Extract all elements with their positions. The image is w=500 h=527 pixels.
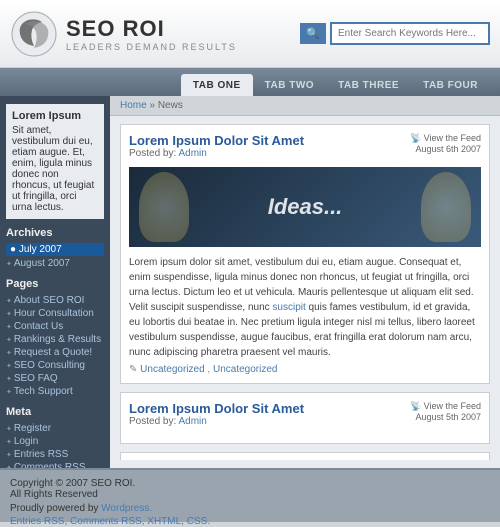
logo-text-area: SEO ROI Leaders Demand Results <box>66 16 237 52</box>
meta-heading: Meta <box>6 406 104 418</box>
footer-comments-rss[interactable]: Comments RSS <box>70 516 142 527</box>
search-input[interactable] <box>330 22 490 45</box>
bulb-right-icon <box>421 172 471 242</box>
search-button[interactable]: 🔍 <box>300 23 326 44</box>
sidebar-page-about[interactable]: About SEO ROI <box>6 294 104 307</box>
sidebar-meta-entries-rss[interactable]: Entries RSS <box>6 448 104 461</box>
archives-heading: Archives <box>6 227 104 239</box>
post-1-categories: ✎ Uncategorized , Uncategorized <box>129 364 481 375</box>
footer-css[interactable]: CSS <box>187 516 208 527</box>
post-1-cat1[interactable]: Uncategorized <box>140 364 204 375</box>
footer-wordpress-link[interactable]: Wordpress. <box>101 503 152 514</box>
sidebar-page-seo-faq[interactable]: SEO FAQ <box>6 372 104 385</box>
content-area: Home » News Lorem Ipsum Dolor Sit Amet P… <box>110 96 500 468</box>
tab-four[interactable]: TAB FOUR <box>411 74 490 96</box>
footer: Copyright © 2007 SEO ROI. All Rights Res… <box>0 468 500 522</box>
breadcrumb-home[interactable]: Home <box>120 100 147 111</box>
sidebar-page-rankings[interactable]: Rankings & Results <box>6 333 104 346</box>
post-1-title[interactable]: Lorem Ipsum Dolor Sit Amet <box>129 133 304 148</box>
feed-icon-2: 📡 <box>410 401 421 411</box>
sidebar-page-hour[interactable]: Hour Consultation <box>6 307 104 320</box>
sidebar-meta-register[interactable]: Register <box>6 422 104 435</box>
post-1-date: August 6th 2007 <box>410 144 481 154</box>
post-3: Lorem Ipsum Dolor Sit Amet Posted by: Ad… <box>120 452 490 460</box>
tab-two[interactable]: TAB TWO <box>253 74 326 96</box>
sidebar-featured-box: Lorem Ipsum Sit amet, vestibulum dui eu,… <box>6 104 104 219</box>
logo-title: SEO ROI <box>66 16 237 42</box>
post-2-byline: Posted by: Admin <box>129 416 304 427</box>
feed-icon-1: 📡 <box>410 133 421 143</box>
post-1-body: Lorem ipsum dolor sit amet, vestibulum d… <box>129 255 481 360</box>
post-1: Lorem Ipsum Dolor Sit Amet Posted by: Ad… <box>120 124 490 384</box>
sidebar-featured-title: Lorem Ipsum <box>12 110 98 122</box>
logo-subtitle: Leaders Demand Results <box>66 42 237 52</box>
footer-entries-rss[interactable]: Entries RSS <box>10 516 64 527</box>
bulb-left-icon <box>139 172 189 242</box>
tab-one[interactable]: TAB ONE <box>181 74 253 96</box>
footer-copyright: Copyright © 2007 SEO ROI. All Rights Res… <box>10 478 490 500</box>
sidebar: Lorem Ipsum Sit amet, vestibulum dui eu,… <box>0 96 110 468</box>
footer-powered: Proudly powered by Wordpress. <box>10 503 490 514</box>
post-2-date: August 5th 2007 <box>410 412 481 422</box>
post-2-header: Lorem Ipsum Dolor Sit Amet Posted by: Ad… <box>129 401 481 431</box>
post-2: Lorem Ipsum Dolor Sit Amet Posted by: Ad… <box>120 392 490 444</box>
sidebar-archive-aug[interactable]: August 2007 <box>6 257 104 270</box>
post-1-image: Ideas... <box>129 167 481 247</box>
sidebar-page-seo-consulting[interactable]: SEO Consulting <box>6 359 104 372</box>
sidebar-archive-july[interactable]: ● July 2007 <box>6 243 104 256</box>
main-layout: Lorem Ipsum Sit amet, vestibulum dui eu,… <box>0 96 500 468</box>
footer-links: Entries RSS, Comments RSS, XHTML, CSS. <box>10 516 490 527</box>
footer-xhtml[interactable]: XHTML <box>147 516 181 527</box>
post-1-cat2[interactable]: Uncategorized <box>213 364 277 375</box>
sidebar-page-contact[interactable]: Contact Us <box>6 320 104 333</box>
breadcrumb-separator: » <box>149 100 157 111</box>
post-2-feed[interactable]: 📡View the Feed <box>410 401 481 412</box>
ideas-text: Ideas... <box>268 194 343 220</box>
sidebar-page-quote[interactable]: Request a Quote! <box>6 346 104 359</box>
logo-area: SEO ROI Leaders Demand Results <box>10 10 300 58</box>
post-2-meta: 📡View the Feed August 5th 2007 <box>410 401 481 422</box>
post-1-link[interactable]: suscipit <box>272 302 305 313</box>
sidebar-page-tech[interactable]: Tech Support <box>6 385 104 398</box>
breadcrumb-current: News <box>158 100 183 111</box>
sidebar-meta-login[interactable]: Login <box>6 435 104 448</box>
search-area: 🔍 <box>300 22 490 45</box>
post-1-byline: Posted by: Admin <box>129 148 304 159</box>
logo-icon <box>10 10 58 58</box>
post-1-header: Lorem Ipsum Dolor Sit Amet Posted by: Ad… <box>129 133 481 163</box>
nav-tabs: TAB ONE TAB TWO TAB THREE TAB FOUR <box>0 68 500 96</box>
sidebar-featured-text: Sit amet, vestibulum dui eu, etiam augue… <box>12 125 98 213</box>
post-2-title[interactable]: Lorem Ipsum Dolor Sit Amet <box>129 401 304 416</box>
breadcrumb: Home » News <box>110 96 500 116</box>
sidebar-meta-comments-rss[interactable]: Comments RSS <box>6 461 104 468</box>
content-inner: Lorem Ipsum Dolor Sit Amet Posted by: Ad… <box>110 116 500 460</box>
header: SEO ROI Leaders Demand Results 🔍 <box>0 0 500 68</box>
tab-three[interactable]: TAB THREE <box>326 74 411 96</box>
post-1-meta: 📡View the Feed August 6th 2007 <box>410 133 481 154</box>
post-1-author[interactable]: Admin <box>178 148 206 159</box>
post-2-author[interactable]: Admin <box>178 416 206 427</box>
post-1-feed[interactable]: 📡View the Feed <box>410 133 481 144</box>
pages-heading: Pages <box>6 278 104 290</box>
